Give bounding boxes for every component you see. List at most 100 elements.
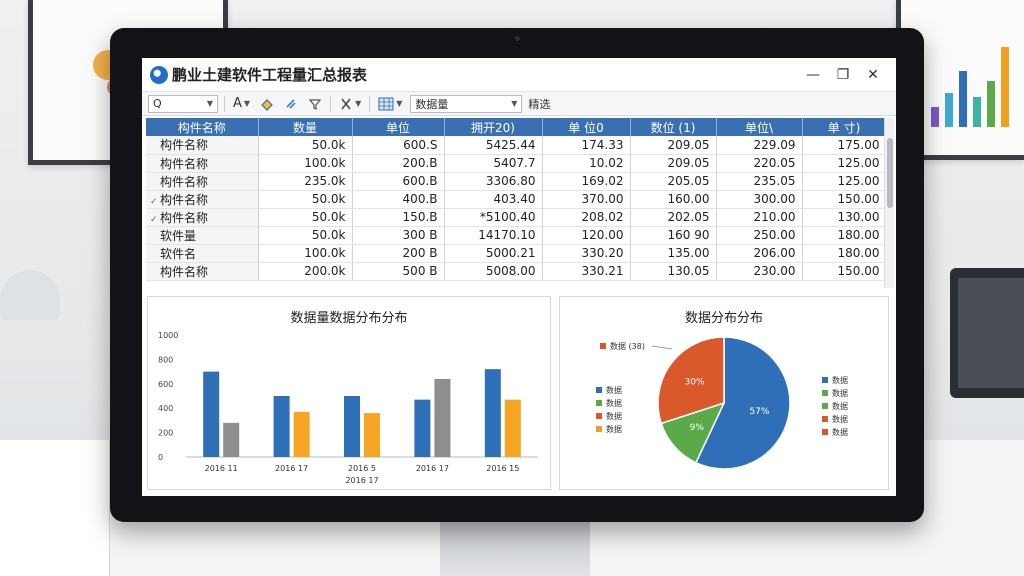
table-row[interactable]: ✓ 构件名称 50.0k 150.B *5100.40 208.02 202.05 210.0… (146, 208, 886, 227)
table-cell[interactable]: 202.05 (630, 208, 717, 227)
link-button[interactable] (282, 95, 300, 113)
table-cell[interactable]: 50.0k (258, 208, 353, 227)
table-cell[interactable]: 5407.7 (444, 154, 543, 173)
table-cell[interactable]: 220.05 (716, 154, 803, 173)
table-cell[interactable]: 5000.21 (444, 244, 543, 263)
camera-icon (515, 36, 520, 41)
table-cell[interactable]: 205.05 (630, 172, 717, 191)
table-cell[interactable]: 330.21 (542, 262, 631, 281)
table-row[interactable]: 构件名称 50.0k 600.S 5425.44 174.33 209.05 229.09 1… (146, 136, 886, 155)
table-cell[interactable]: 235.05 (716, 172, 803, 191)
table-cell[interactable]: 125.00 (802, 154, 886, 173)
table-cell[interactable]: 174.33 (542, 136, 631, 155)
table-cell[interactable]: 600.B (352, 172, 445, 191)
row-name-cell[interactable]: ✓ 构件名称 (146, 208, 259, 227)
row-name-cell[interactable]: 构件名称 (146, 262, 259, 281)
table-cell[interactable]: 50.0k (258, 136, 353, 155)
table-cell[interactable]: 250.00 (716, 226, 803, 245)
row-name-cell[interactable]: 构件名称 (146, 154, 259, 173)
row-check-icon: ✓ (150, 196, 158, 207)
table-cell[interactable]: 160 90 (630, 226, 717, 245)
table-cell[interactable]: 5425.44 (444, 136, 543, 155)
table-row[interactable]: 软件量 50.0k 300 B 14170.10 120.00 160 90 250.00 1… (146, 226, 886, 245)
table-cell[interactable]: 150.B (352, 208, 445, 227)
table-cell[interactable]: 370.00 (542, 190, 631, 209)
table-cell[interactable]: 130.00 (802, 208, 886, 227)
row-name-cell[interactable]: 软件量 (146, 226, 259, 245)
table-cell[interactable]: 206.00 (716, 244, 803, 263)
table-cell[interactable]: 200.B (352, 154, 445, 173)
table-cell[interactable]: 120.00 (542, 226, 631, 245)
table-cell[interactable]: 125.00 (802, 172, 886, 191)
table-scrollbar[interactable] (884, 118, 894, 288)
table-cell[interactable]: 209.05 (630, 154, 717, 173)
table-cell[interactable]: 300 B (352, 226, 445, 245)
table-cell[interactable]: 330.20 (542, 244, 631, 263)
close-button[interactable]: ✕ (858, 67, 888, 83)
scrollbar-thumb[interactable] (887, 138, 893, 208)
table-cell[interactable]: 229.09 (716, 136, 803, 155)
extra-label[interactable]: 精选 (528, 96, 550, 112)
row-name-label: 构件名称 (160, 138, 209, 153)
table-cell[interactable]: 130.05 (630, 262, 717, 281)
table-row[interactable]: ✓ 构件名称 50.0k 400.B 403.40 370.00 160.00 300.00 1… (146, 190, 886, 209)
filter-button[interactable] (306, 95, 324, 113)
table-cell[interactable]: 14170.10 (444, 226, 543, 245)
font-button[interactable]: A ▼ (231, 95, 252, 113)
table-cell[interactable]: 208.02 (542, 208, 631, 227)
bar (344, 396, 360, 457)
table-cell[interactable]: 5008.00 (444, 262, 543, 281)
table-cell[interactable]: *5100.40 (444, 208, 543, 227)
column-header[interactable]: 单位\ (716, 118, 803, 136)
table-row[interactable]: 构件名称 235.0k 600.B 3306.80 169.02 205.05 235.05… (146, 172, 886, 191)
column-header[interactable]: 拥开20) (444, 118, 543, 136)
table-cell[interactable]: 235.0k (258, 172, 353, 191)
table-cell[interactable]: 135.00 (630, 244, 717, 263)
column-header[interactable]: 数量 (258, 118, 353, 136)
table-row[interactable]: 软件名 100.0k 200 B 5000.21 330.20 135.00 206.00 1… (146, 244, 886, 263)
column-header[interactable]: 单位 (352, 118, 445, 136)
table-cell[interactable]: 200.0k (258, 262, 353, 281)
table-cell[interactable]: 175.00 (802, 136, 886, 155)
table-cell[interactable]: 400.B (352, 190, 445, 209)
chevron-down-icon: ▼ (511, 99, 518, 108)
second-monitor (950, 268, 1024, 398)
row-name-cell[interactable]: ✓ 构件名称 (146, 190, 259, 209)
table-cell[interactable]: 180.00 (802, 244, 886, 263)
grid-button[interactable]: ▼ (376, 95, 404, 113)
row-name-cell[interactable]: 软件名 (146, 244, 259, 263)
table-row[interactable]: 构件名称 200.0k 500 B 5008.00 330.21 130.05 230.00… (146, 262, 886, 281)
cut-button[interactable]: ▼ (337, 95, 363, 113)
table-cell[interactable]: 403.40 (444, 190, 543, 209)
table-cell[interactable]: 50.0k (258, 226, 353, 245)
table-cell[interactable]: 150.00 (802, 262, 886, 281)
search-select[interactable]: Q ▼ (148, 94, 218, 113)
table-cell[interactable]: 180.00 (802, 226, 886, 245)
table-cell[interactable]: 200 B (352, 244, 445, 263)
row-name-cell[interactable]: 构件名称 (146, 136, 259, 155)
table-cell[interactable]: 210.00 (716, 208, 803, 227)
table-cell[interactable]: 100.0k (258, 244, 353, 263)
column-header[interactable]: 数位 (1) (630, 118, 717, 136)
table-cell[interactable]: 150.00 (802, 190, 886, 209)
table-cell[interactable]: 10.02 (542, 154, 631, 173)
table-cell[interactable]: 230.00 (716, 262, 803, 281)
field-select[interactable]: 数据量 ▼ (410, 94, 523, 113)
table-cell[interactable]: 500 B (352, 262, 445, 281)
row-name-cell[interactable]: 构件名称 (146, 172, 259, 191)
table-cell[interactable]: 160.00 (630, 190, 717, 209)
table-cell[interactable]: 209.05 (630, 136, 717, 155)
minimize-button[interactable]: — (798, 67, 828, 83)
column-header[interactable]: 单 位0 (542, 118, 631, 136)
table-cell[interactable]: 600.S (352, 136, 445, 155)
column-header[interactable]: 构件名称 (146, 118, 259, 136)
table-cell[interactable]: 169.02 (542, 172, 631, 191)
table-cell[interactable]: 50.0k (258, 190, 353, 209)
column-header[interactable]: 单 寸) (802, 118, 886, 136)
table-cell[interactable]: 3306.80 (444, 172, 543, 191)
table-cell[interactable]: 100.0k (258, 154, 353, 173)
table-row[interactable]: 构件名称 100.0k 200.B 5407.7 10.02 209.05 220.05 12… (146, 154, 886, 173)
table-cell[interactable]: 300.00 (716, 190, 803, 209)
fill-color-button[interactable] (258, 95, 276, 113)
maximize-button[interactable]: ❐ (828, 67, 858, 83)
